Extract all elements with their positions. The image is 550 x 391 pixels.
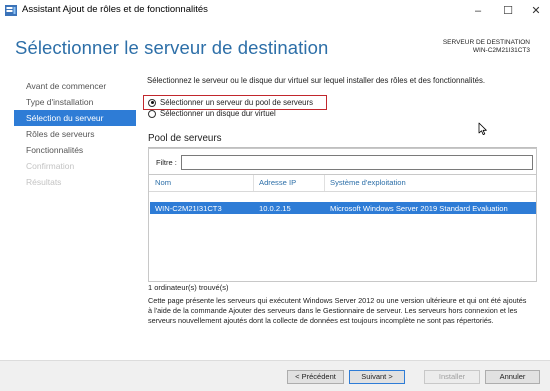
cell-ip-address: 10.0.2.15: [259, 204, 291, 213]
nav-item-resultats: Résultats: [26, 177, 62, 187]
column-header-os[interactable]: Système d'exploitation: [330, 178, 406, 187]
found-count-text: 1 ordinateur(s) trouvé(s): [148, 283, 229, 292]
filter-label: Filtre :: [156, 158, 177, 167]
destination-server-name: WIN-C2M21I31CT3: [472, 47, 530, 54]
description-text: Cette page présente les serveurs qui exé…: [148, 296, 527, 325]
nav-item-selection-serveur[interactable]: Sélection du serveur: [14, 110, 136, 126]
server-pool-heading: Pool de serveurs: [148, 133, 222, 144]
wizard-steps-nav: Avant de commencer Type d'installation S…: [14, 78, 136, 190]
next-button[interactable]: Suivant >: [349, 370, 405, 384]
install-button: Installer: [424, 370, 480, 384]
table-row[interactable]: WIN-C2M21I31CT3 10.0.2.15 Microsoft Wind…: [150, 202, 536, 214]
radio-unselected-icon[interactable]: [148, 109, 156, 118]
nav-item-type-installation[interactable]: Type d'installation: [14, 94, 136, 110]
title-bar: Assistant Ajout de rôles et de fonctionn…: [0, 0, 550, 22]
close-button[interactable]: ✕: [518, 0, 550, 22]
window-title: Assistant Ajout de rôles et de fonctionn…: [22, 4, 208, 15]
nav-item-avant-de-commencer[interactable]: Avant de commencer: [14, 78, 136, 94]
destination-server-label: SERVEUR DE DESTINATION: [442, 39, 530, 46]
nav-item-roles-serveurs[interactable]: Rôles de serveurs: [14, 126, 136, 142]
radio-label[interactable]: Sélectionner un disque dur virtuel: [160, 109, 276, 118]
filter-input[interactable]: [181, 155, 533, 170]
mouse-cursor-icon: [478, 122, 487, 135]
wizard-footer: < Précédent Suivant > Installer Annuler: [0, 360, 550, 391]
cell-server-name: WIN-C2M21I31CT3: [155, 204, 222, 213]
filter-bar: Filtre :: [148, 148, 537, 174]
previous-button[interactable]: < Précédent: [287, 370, 344, 384]
radio-option-server-pool[interactable]: Sélectionner un serveur du pool de serve…: [148, 97, 313, 108]
nav-item-fonctionnalites[interactable]: Fonctionnalités: [14, 142, 136, 158]
radio-label[interactable]: Sélectionner un serveur du pool de serve…: [160, 98, 313, 107]
column-separator: [253, 175, 254, 191]
server-manager-icon: [5, 5, 17, 16]
nav-item-confirmation: Confirmation: [26, 161, 75, 171]
column-header-ip[interactable]: Adresse IP: [259, 178, 296, 187]
cell-operating-system: Microsoft Windows Server 2019 Standard E…: [330, 204, 508, 213]
column-separator: [324, 175, 325, 191]
cancel-button[interactable]: Annuler: [485, 370, 540, 384]
column-header-name[interactable]: Nom: [155, 178, 171, 187]
table-header: Nom Adresse IP Système d'exploitation: [149, 175, 536, 192]
radio-option-virtual-disk[interactable]: Sélectionner un disque dur virtuel: [148, 108, 276, 119]
instruction-text: Sélectionnez le serveur ou le disque dur…: [147, 76, 486, 85]
radio-selected-icon[interactable]: [148, 98, 156, 107]
page-title: Sélectionner le serveur de destination: [15, 37, 329, 58]
server-pool-table: Nom Adresse IP Système d'exploitation WI…: [148, 174, 537, 282]
